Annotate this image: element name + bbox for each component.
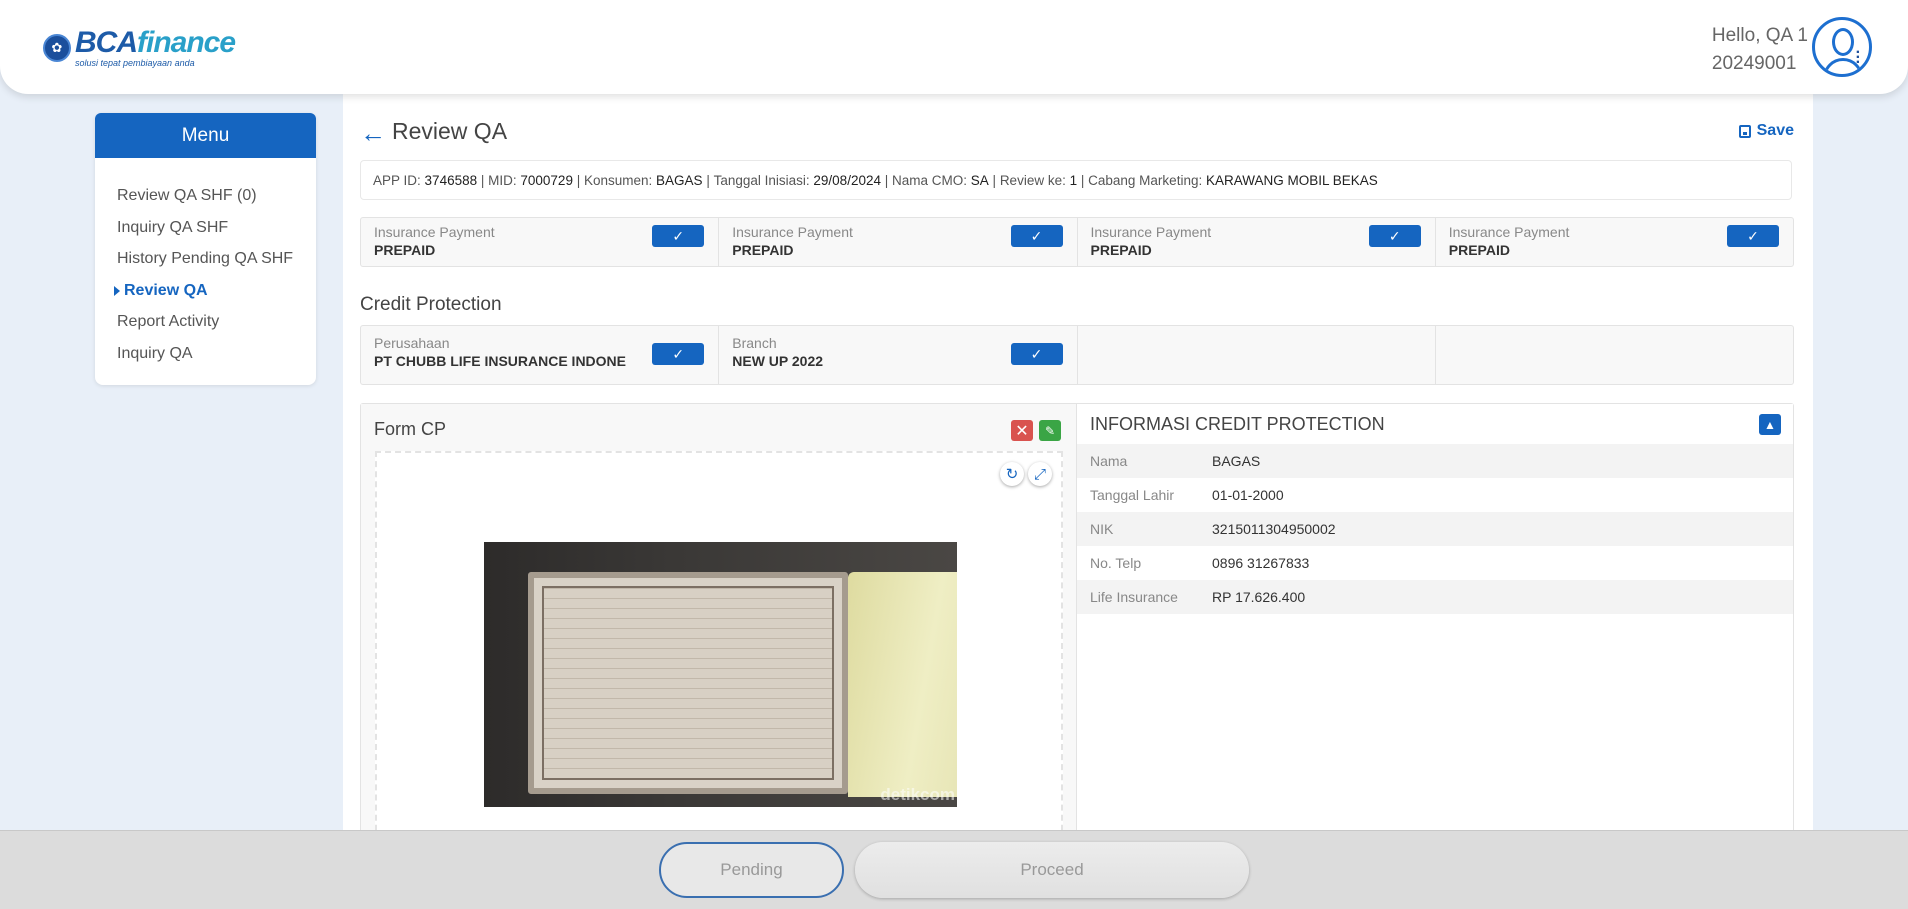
back-arrow-icon[interactable]: ← (360, 120, 386, 146)
insurance-cell: Insurance Payment PREPAID ✓ (1436, 218, 1793, 266)
mid-value: 7000729 (520, 172, 573, 188)
insurance-cell: Insurance Payment PREPAID ✓ (1078, 218, 1436, 266)
credit-protection-row: Perusahaan PT CHUBB LIFE INSURANCE INDON… (360, 325, 1794, 385)
info-row-no-telp: No. Telp 0896 31267833 (1077, 546, 1793, 580)
cabang-marketing-label: Cabang Marketing: (1088, 172, 1203, 188)
user-id: 20249001 (1711, 53, 1797, 74)
info-row-life-insurance: Life Insurance RP 17.626.400 (1077, 580, 1793, 614)
verify-check-button[interactable]: ✓ (652, 343, 705, 365)
rotate-icon: ↻ (1005, 466, 1019, 483)
document-folder (848, 572, 957, 797)
form-cp-section: Form CP ✕ ✎ ↻ ⤢ detikcom (361, 404, 1077, 851)
review-ke-label: Review ke: (999, 172, 1066, 188)
info-key: Nama (1090, 453, 1128, 469)
logo-text-main: BCA (75, 26, 138, 59)
empty-cell (1436, 326, 1793, 384)
info-key: Tanggal Lahir (1090, 487, 1175, 503)
pending-button[interactable]: Pending (659, 842, 844, 898)
verify-check-button[interactable]: ✓ (1368, 225, 1421, 247)
nama-cmo-label: Nama CMO: (892, 172, 968, 188)
verify-check-button[interactable]: ✓ (1010, 225, 1063, 247)
page-title: Review QA (392, 118, 508, 144)
review-ke-value: 1 (1069, 172, 1078, 188)
credit-protection-title: Credit Protection (360, 294, 502, 315)
sidebar-item-inquiry-qa-shf[interactable]: Inquiry QA SHF (117, 212, 316, 244)
logo-tagline: solusi tepat pembiayaan anda (75, 58, 195, 68)
main-panel: ← Review QA Save APP ID: 3746588 | MID: … (343, 94, 1813, 851)
fullscreen-button[interactable]: ⤢ (1028, 462, 1052, 486)
nama-cmo-value: SA (970, 172, 989, 188)
save-button[interactable]: Save (1738, 122, 1794, 140)
konsumen-value: BAGAS (656, 172, 703, 188)
more-options-icon[interactable]: · · · (1856, 45, 1861, 71)
form-cp-panel: Form CP ✕ ✎ ↻ ⤢ detikcom INFORMASI CREDI… (360, 403, 1794, 851)
edit-button[interactable]: ✎ (1039, 420, 1061, 441)
perusahaan-cell: Perusahaan PT CHUBB LIFE INSURANCE INDON… (361, 326, 720, 384)
save-label: Save (1756, 122, 1794, 139)
informasi-cp-section: INFORMASI CREDIT PROTECTION ▲ Nama BAGAS … (1077, 404, 1793, 842)
info-value: BAGAS (1212, 453, 1261, 469)
app-id-value: 3746588 (424, 172, 478, 188)
vehicle-document-image: detikcom (484, 542, 957, 807)
menu-list: Review QA SHF (0) Inquiry QA SHF History… (95, 158, 316, 369)
chevron-up-icon: ▲ (1764, 417, 1776, 432)
proceed-button[interactable]: Proceed (855, 842, 1249, 898)
insurance-cell: Insurance Payment PREPAID ✓ (361, 218, 720, 266)
sidebar-item-report-activity[interactable]: Report Activity (117, 306, 316, 338)
info-row-nama: Nama BAGAS (1077, 444, 1793, 478)
reject-button[interactable]: ✕ (1011, 420, 1033, 441)
application-info-bar: APP ID: 3746588 | MID: 7000729 | Konsume… (360, 160, 1792, 200)
avatar[interactable]: · · · (1812, 17, 1872, 77)
info-value: 01-01-2000 (1212, 487, 1284, 503)
save-icon (1738, 124, 1751, 138)
action-footer: Pending Proceed (0, 830, 1908, 909)
sidebar: Menu Review QA SHF (0) Inquiry QA SHF Hi… (95, 113, 316, 385)
document-viewer: ↻ ⤢ detikcom (375, 451, 1063, 851)
sidebar-item-review-qa-shf[interactable]: Review QA SHF (0) (117, 180, 316, 212)
info-key: NIK (1090, 521, 1114, 537)
info-key: Life Insurance (1090, 589, 1178, 605)
menu-title: Menu (95, 113, 316, 158)
empty-cell (1078, 326, 1436, 384)
app-header: ✿ BCAfinance solusi tepat pembiayaan and… (0, 0, 1908, 94)
logo-text-accent: finance (137, 26, 236, 59)
info-key: No. Telp (1090, 555, 1142, 571)
info-value: RP 17.626.400 (1212, 589, 1306, 605)
verify-check-button[interactable]: ✓ (1727, 225, 1779, 247)
tanggal-inisiasi-value: 29/08/2024 (813, 172, 881, 188)
insurance-payment-row: Insurance Payment PREPAID ✓ Insurance Pa… (360, 217, 1794, 267)
info-value: 3215011304950002 (1212, 521, 1336, 537)
bca-seal-icon: ✿ (43, 34, 71, 62)
close-icon: ✕ (1015, 422, 1029, 440)
bca-finance-logo[interactable]: ✿ BCAfinance solusi tepat pembiayaan and… (43, 26, 236, 68)
mid-label: MID: (488, 172, 517, 188)
form-cp-title: Form CP (374, 419, 446, 439)
expand-icon: ⤢ (1033, 465, 1046, 483)
info-row-tanggal-lahir: Tanggal Lahir 01-01-2000 (1077, 478, 1793, 512)
user-greeting: Hello, QA 1 (1711, 25, 1808, 46)
user-info: Hello, QA 1 20249001 (1712, 22, 1808, 78)
user-head-icon (1832, 28, 1854, 56)
info-row-nik: NIK 3215011304950002 (1077, 512, 1793, 546)
sidebar-item-history-pending-qa-shf[interactable]: History Pending QA SHF (117, 243, 316, 275)
informasi-cp-table: Nama BAGAS Tanggal Lahir 01-01-2000 NIK 321… (1077, 444, 1793, 614)
rotate-button[interactable]: ↻ (1000, 462, 1024, 486)
sidebar-item-review-qa[interactable]: Review QA (114, 275, 316, 307)
insurance-cell: Insurance Payment PREPAID ✓ (719, 218, 1078, 266)
document-paper (528, 572, 848, 794)
branch-cell: Branch NEW UP 2022 ✓ (719, 326, 1078, 384)
konsumen-label: Konsumen: (583, 172, 653, 188)
sidebar-item-inquiry-qa[interactable]: Inquiry QA (117, 338, 316, 370)
verify-check-button[interactable]: ✓ (652, 225, 705, 247)
verify-check-button[interactable]: ✓ (1010, 343, 1063, 365)
tanggal-inisiasi-label: Tanggal Inisiasi: (713, 172, 810, 188)
collapse-button[interactable]: ▲ (1759, 414, 1781, 435)
cabang-marketing-value: KARAWANG MOBIL BEKAS (1205, 172, 1378, 188)
pencil-icon: ✎ (1044, 423, 1056, 438)
informasi-cp-title: INFORMASI CREDIT PROTECTION (1090, 413, 1385, 434)
app-id-label: APP ID: (373, 172, 421, 188)
info-value: 0896 31267833 (1212, 555, 1310, 571)
image-watermark: detikcom (880, 785, 955, 804)
